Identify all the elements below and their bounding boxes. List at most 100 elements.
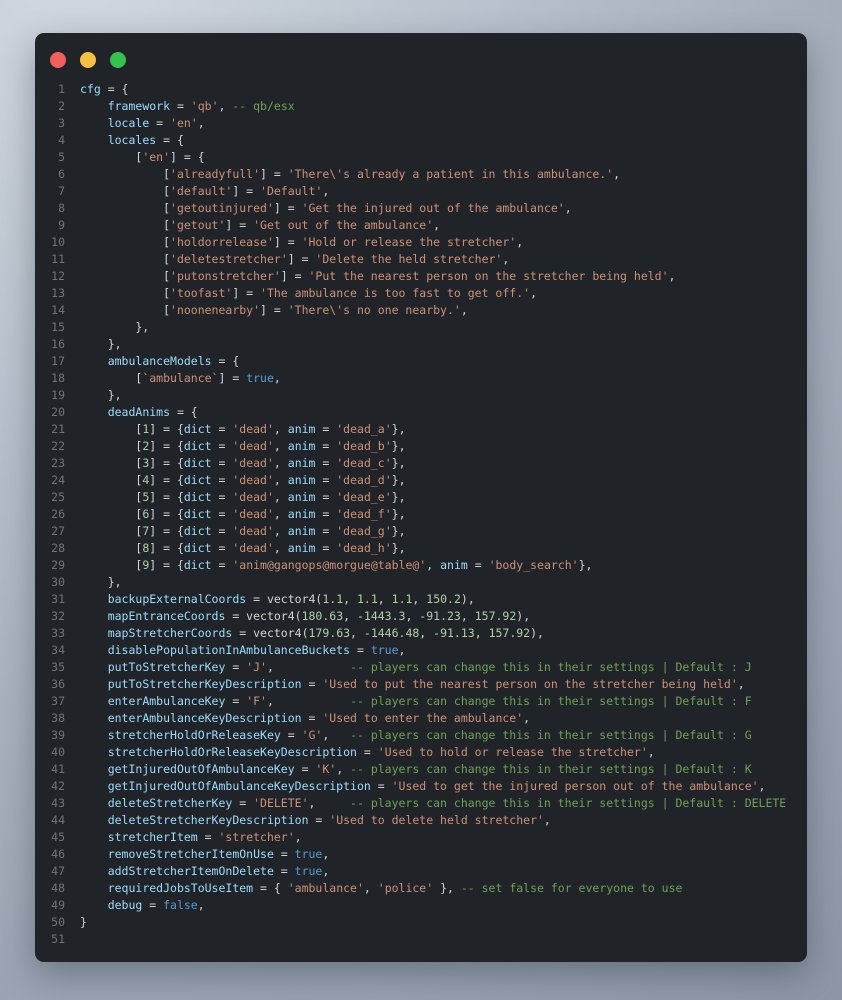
code-token: -- players can change this in their sett… — [350, 728, 752, 742]
code-token: , — [426, 558, 441, 572]
code-line: 4 locales = { — [35, 132, 807, 149]
code-token: ] = { — [170, 150, 205, 164]
code-token: -- players can change this in their sett… — [350, 660, 752, 674]
code-token: , - — [350, 626, 371, 640]
code-token: 'Used to delete held stretcher' — [329, 813, 544, 827]
code-token: 'dead_f' — [336, 507, 392, 521]
code-token: 'The ambulance is too fast to get off.' — [260, 286, 531, 300]
code-token: stretcherHoldOrReleaseKey — [107, 728, 281, 742]
code-text: [9] = {dict = 'anim@gangops@morgue@table… — [80, 558, 592, 572]
code-token: 'dead' — [232, 524, 274, 538]
line-number: 44 — [51, 813, 65, 827]
code-line: 36 putToStretcherKeyDescription = 'Used … — [35, 676, 807, 693]
code-area[interactable]: 1 cfg = {2 framework = 'qb', -- qb/esx 3 l… — [35, 68, 807, 948]
minimize-button-icon[interactable] — [80, 52, 96, 68]
code-text: [6] = {dict = 'dead', anim = 'dead_f'}, — [80, 507, 405, 521]
code-text: debug = false, — [80, 898, 205, 912]
code-line: 48 requiredJobsToUseItem = { 'ambulance'… — [35, 880, 807, 897]
code-line: 44 deleteStretcherKeyDescription = 'Used… — [35, 812, 807, 829]
code-token: anim — [440, 558, 468, 572]
code-token: 'dead' — [232, 473, 274, 487]
code-line: 9 ['getout'] = 'Get out of the ambulance… — [35, 217, 807, 234]
code-line: 46 removeStretcherItemOnUse = true, — [35, 846, 807, 863]
code-token: anim — [287, 473, 316, 487]
code-token: stretcherItem — [107, 830, 198, 844]
code-token: ), — [516, 609, 531, 623]
code-text: }, — [80, 575, 122, 589]
code-line: 3 locale = 'en', — [35, 115, 807, 132]
line-number: 35 — [51, 660, 65, 674]
code-token: , — [273, 507, 288, 521]
code-token: dict — [183, 473, 212, 487]
code-line: 11 ['deletestretcher'] = 'Delete the hel… — [35, 251, 807, 268]
code-line: 25 [5] = {dict = 'dead', anim = 'dead_e'… — [35, 489, 807, 506]
code-token: , — [322, 847, 330, 861]
code-token: 'DELETE' — [253, 796, 309, 810]
code-token: true — [246, 371, 274, 385]
code-text: framework = 'qb', -- qb/esx — [80, 99, 295, 113]
code-line: 43 deleteStretcherKey = 'DELETE', -- pla… — [35, 795, 807, 812]
code-token: [ — [80, 201, 171, 215]
code-token: 'holdorrelease' — [170, 235, 274, 249]
code-token: ] = — [218, 371, 247, 385]
line-number: 37 — [51, 694, 65, 708]
code-token: ] = { — [149, 524, 184, 538]
code-token: = — [308, 813, 330, 827]
code-token: , — [398, 643, 406, 657]
code-token: = — [315, 439, 337, 453]
code-token: framework — [107, 99, 171, 113]
code-text: removeStretcherItemOnUse = true, — [80, 847, 330, 861]
code-line: 10 ['holdorrelease'] = 'Hold or release … — [35, 234, 807, 251]
code-token: , — [377, 592, 392, 606]
code-token: , — [613, 167, 621, 181]
code-token: , — [273, 439, 288, 453]
code-token: anim — [287, 507, 316, 521]
code-line: 20 deadAnims = { — [35, 404, 807, 421]
code-line: 34 disablePopulationInAmbulanceBuckets =… — [35, 642, 807, 659]
code-token: enterAmbulanceKeyDescription — [107, 711, 302, 725]
code-token: = — [149, 116, 171, 130]
code-text: } — [80, 915, 87, 929]
code-token: ] = — [287, 252, 316, 266]
code-token: putToStretcherKeyDescription — [107, 677, 302, 691]
line-number: 51 — [51, 932, 65, 946]
code-token: 1443.3 — [363, 609, 406, 623]
code-token: 'toofast' — [170, 286, 233, 300]
code-token: , — [530, 286, 537, 300]
code-token: ] = — [273, 235, 302, 249]
code-line: 37 enterAmbulanceKey = 'F', -- players c… — [35, 693, 807, 710]
code-token: }, — [391, 456, 406, 470]
line-number: 4 — [58, 133, 65, 147]
code-token: 157.92 — [474, 609, 517, 623]
code-token: = — [211, 473, 233, 487]
code-token: [ — [80, 558, 143, 572]
code-text: [3] = {dict = 'dead', anim = 'dead_c'}, — [80, 456, 406, 470]
code-line: 21 [1] = {dict = 'dead', anim = 'dead_a'… — [35, 421, 807, 438]
code-token: = — [225, 694, 247, 708]
code-token: 'dead' — [232, 507, 274, 521]
code-token: ambulanceModels — [107, 354, 212, 368]
line-number: 48 — [51, 881, 65, 895]
code-token: ] = { — [149, 490, 184, 504]
line-number: 27 — [51, 524, 65, 538]
code-token: = — [211, 490, 233, 504]
code-token: }, — [391, 473, 406, 487]
zoom-button-icon[interactable] — [110, 52, 126, 68]
code-token: deleteStretcherKey — [107, 796, 233, 810]
line-number: 43 — [51, 796, 65, 810]
code-text: putToStretcherKey = 'J', -- players can … — [80, 660, 752, 674]
code-token: = — [170, 99, 191, 113]
code-line: 12 ['putonstretcher'] = 'Put the nearest… — [35, 268, 807, 285]
code-token: 'J' — [246, 660, 267, 674]
code-token: enterAmbulanceKey — [107, 694, 226, 708]
code-token: cfg — [80, 82, 101, 96]
code-text: deleteStretcherKey = 'DELETE', -- player… — [80, 796, 787, 810]
close-button-icon[interactable] — [50, 52, 66, 68]
code-token: [ — [80, 490, 143, 504]
code-token: 'Default' — [260, 184, 323, 198]
code-token: = — [273, 864, 295, 878]
code-token: = { — [211, 354, 240, 368]
